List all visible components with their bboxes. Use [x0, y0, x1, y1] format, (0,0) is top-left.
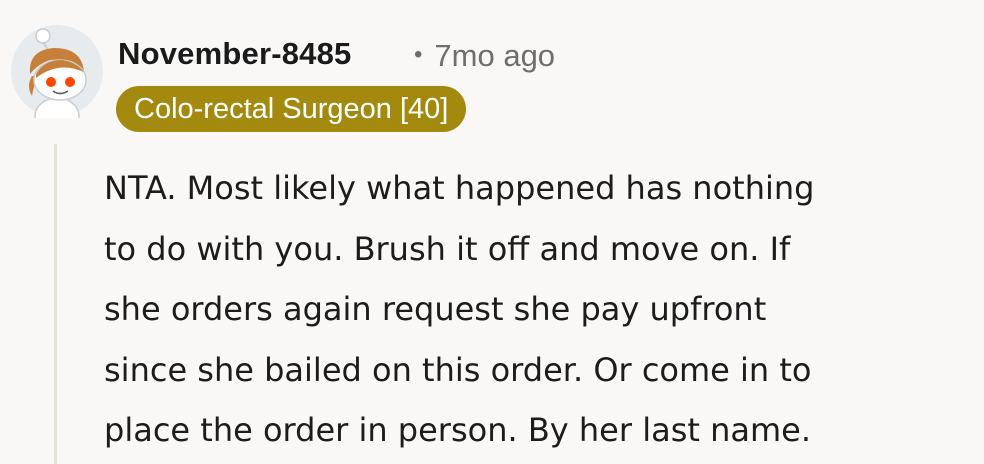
avatar[interactable] — [10, 24, 104, 118]
comment-meta: • 7mo ago — [414, 38, 555, 74]
comment-line: she orders again request she pay upfront — [104, 290, 767, 328]
meta-separator: • — [414, 41, 423, 68]
thread-line[interactable] — [54, 144, 57, 464]
comment-line: since she bailed on this order. Or come … — [104, 350, 812, 389]
snoo-avatar-icon — [11, 25, 103, 118]
comment-line: NTA. Most likely what happened has nothi… — [104, 169, 815, 207]
comment-line: to do with you. Brush it off and move on… — [104, 229, 791, 268]
comment-timestamp[interactable]: 7mo ago — [434, 38, 555, 73]
comment-line: place the order in person. By her last n… — [104, 411, 811, 449]
user-flair: Colo-rectal Surgeon [40] — [116, 86, 467, 132]
comment-author[interactable]: November-8485 — [118, 36, 352, 72]
comment-body: NTA. Most likely what happened has nothi… — [104, 158, 974, 461]
